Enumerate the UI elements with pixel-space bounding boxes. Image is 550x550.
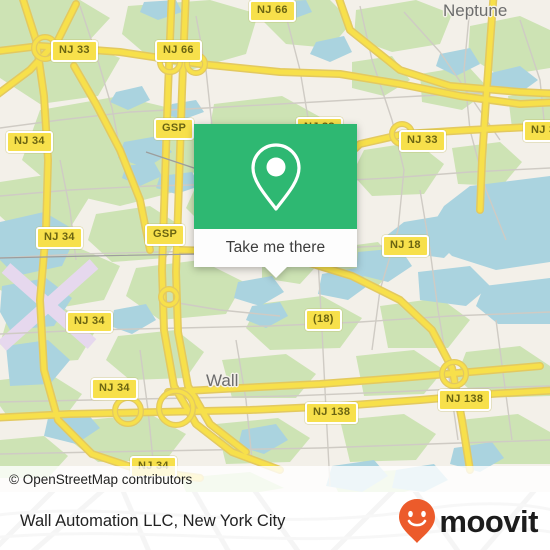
map-screenshot: Neptune Wall NJ 66 NJ 33 NJ 66 GSP NJ 33…: [0, 0, 550, 550]
road-shield-gsp-lower: GSP: [145, 224, 186, 246]
road-shield-nj34-west: NJ 34: [36, 227, 83, 249]
map-canvas[interactable]: Neptune Wall NJ 66 NJ 33 NJ 66 GSP NJ 33…: [0, 0, 550, 492]
road-shield-nj33-east: NJ 33: [399, 130, 446, 152]
place-label-wall: Wall: [206, 371, 239, 390]
place-label-neptune: Neptune: [443, 1, 508, 20]
road-shield-nj34-south: NJ 34: [91, 378, 138, 400]
moovit-smiley-pin-icon: [399, 499, 436, 543]
take-me-there-label: Take me there: [225, 239, 326, 256]
road-shield-nj33-west: NJ 33: [51, 40, 98, 62]
road-shield-nj138-west: NJ 138: [305, 402, 359, 424]
map-pin-icon: [250, 142, 301, 211]
callout-tail: [264, 267, 287, 278]
moovit-brand-logo[interactable]: moovit: [397, 498, 538, 544]
location-callout-card[interactable]: Take me there: [194, 124, 357, 278]
callout-action-panel[interactable]: Take me there: [194, 229, 357, 278]
page-title: Wall Automation LLC, New York City: [20, 511, 286, 530]
road-shield-nj3-edge: NJ 3: [523, 120, 550, 142]
osm-attribution-text[interactable]: © OpenStreetMap contributors: [0, 472, 192, 487]
moovit-wordmark: moovit: [439, 503, 538, 539]
road-shield-gsp-upper: GSP: [154, 118, 195, 140]
osm-attribution-bar: © OpenStreetMap contributors: [0, 466, 550, 492]
road-shield-nj138-east: NJ 138: [438, 389, 492, 411]
road-shield-nj66-north: NJ 66: [249, 0, 296, 22]
road-shield-nj34-mid: NJ 34: [66, 311, 113, 333]
road-shield-nj66-mid: NJ 66: [155, 40, 202, 62]
road-shield-nj18: NJ 18: [382, 235, 429, 257]
road-shield-nj34-upper: NJ 34: [6, 131, 53, 153]
road-shield-18-alt: (18): [305, 309, 342, 331]
bottom-info-bar: Wall Automation LLC, New York City moovi…: [0, 492, 550, 550]
callout-image-panel: [194, 124, 357, 229]
